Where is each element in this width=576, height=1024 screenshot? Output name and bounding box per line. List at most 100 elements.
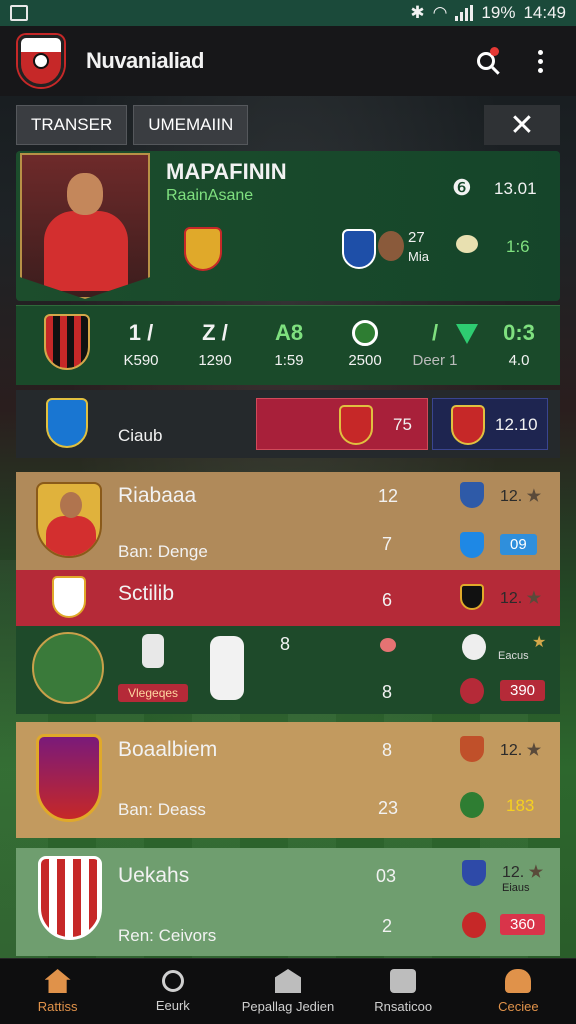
nav-label: Pepallag Jedien bbox=[241, 999, 335, 1014]
list-item-stat: 8 bbox=[382, 682, 393, 702]
club-bar[interactable]: Ciaub 75 12.10 bbox=[16, 390, 560, 458]
kit-icon bbox=[390, 969, 417, 993]
list-item-name: Sctilib bbox=[118, 582, 175, 605]
crest-icon bbox=[339, 405, 373, 445]
player-card[interactable]: MAPAFININ RaainAsane 27 Mia ❻ 13.01 1:6 bbox=[16, 151, 560, 301]
wifi-icon: ◠ bbox=[432, 3, 448, 22]
form-icon bbox=[456, 235, 478, 253]
search-icon bbox=[161, 970, 184, 992]
team-badge-icon bbox=[460, 482, 484, 508]
user-icon bbox=[505, 969, 532, 993]
search-button[interactable] bbox=[468, 43, 504, 79]
value-pill: 390 bbox=[500, 680, 546, 701]
stat-item: Z /1290 bbox=[198, 320, 232, 369]
player-name: MAPAFININ bbox=[166, 159, 287, 184]
team-badge-icon bbox=[460, 736, 484, 762]
mini-label: Eiaus bbox=[502, 882, 530, 894]
close-icon: ✕ bbox=[509, 108, 535, 142]
list-item-stat: 6 bbox=[382, 590, 393, 610]
team-badge-icon bbox=[460, 678, 484, 704]
club-crest-icon bbox=[44, 314, 90, 370]
list-item[interactable]: Riabaaa Ban: Denge 12 7 12. ★ 09 bbox=[16, 472, 560, 570]
club-logo-icon bbox=[18, 35, 64, 87]
value-pill: 360 bbox=[500, 914, 546, 935]
rating: 12. ★ bbox=[500, 488, 542, 505]
stadium-icon bbox=[275, 969, 301, 993]
club-crest-icon bbox=[52, 576, 86, 618]
team-badge-icon bbox=[460, 532, 484, 558]
player-portrait bbox=[20, 153, 150, 299]
list-item-stat: 7 bbox=[382, 534, 393, 554]
close-button[interactable]: ✕ bbox=[484, 105, 560, 145]
club-shield-icon bbox=[46, 398, 88, 448]
ball-icon bbox=[352, 320, 378, 346]
crest-icon bbox=[451, 405, 485, 445]
nav-label: Ceciee bbox=[498, 999, 539, 1014]
nav-label: Eeurk bbox=[155, 998, 190, 1013]
rating: 12. ★ bbox=[500, 742, 542, 759]
tab-bar: TRANSER UMEMAIIN ✕ bbox=[16, 105, 560, 145]
player-action-image bbox=[210, 636, 244, 700]
stat-item: 2500 bbox=[330, 306, 400, 369]
stat-item: 0:3 4.0 bbox=[503, 320, 535, 369]
stats-row: 1 /K590 Z /1290 A8 1:59 2500 /Deer 1 0:3 4… bbox=[16, 305, 560, 385]
rating: 12. ★ bbox=[500, 590, 542, 607]
value-pill: 183 bbox=[506, 796, 535, 815]
more-options-button[interactable] bbox=[522, 43, 558, 79]
value-pill: 09 bbox=[500, 534, 537, 555]
tag-label: Vlegeqes bbox=[118, 684, 189, 702]
kebab-menu-icon bbox=[537, 49, 543, 73]
clock: 14:49 bbox=[523, 3, 566, 22]
club-badge-icon bbox=[184, 227, 222, 271]
team-badge-icon bbox=[462, 634, 486, 660]
list-item[interactable]: Boaalbiem Ban: Deass 8 23 12. ★ 183 bbox=[16, 722, 560, 838]
player-avatar bbox=[32, 632, 104, 704]
player-avatar bbox=[378, 231, 404, 261]
nav-profile[interactable]: Ceciee bbox=[461, 959, 576, 1024]
nav-search[interactable]: Eeurk bbox=[115, 959, 230, 1024]
list-item-stat: 8 bbox=[382, 740, 393, 760]
trend-icon bbox=[380, 638, 396, 652]
nav-stadium[interactable]: Pepallag Jedien bbox=[230, 959, 345, 1024]
team-badge-icon bbox=[460, 792, 484, 818]
club-offer-1[interactable]: 75 bbox=[256, 398, 428, 450]
tab-second[interactable]: UMEMAIIN bbox=[133, 105, 249, 145]
player-avatar bbox=[36, 482, 102, 558]
mini-label: Eacus bbox=[498, 650, 529, 662]
star-icon: ★ bbox=[532, 634, 547, 651]
bottom-nav: Rattiss Eeurk Pepallag Jedien Rnsaticoo … bbox=[0, 958, 576, 1024]
club-label: Ciaub bbox=[118, 426, 163, 445]
list-item-sub: Ban: Deass bbox=[118, 800, 206, 819]
screenshot-icon bbox=[10, 5, 28, 21]
app-bar: Nuvanialiad bbox=[0, 26, 576, 96]
player-stat-label: Mia bbox=[408, 249, 429, 264]
nav-kit[interactable]: Rnsaticoo bbox=[346, 959, 461, 1024]
club-crest-icon bbox=[38, 856, 102, 940]
tab-transfer[interactable]: TRANSER bbox=[16, 105, 128, 145]
player-stat-value: 27 bbox=[408, 229, 425, 246]
list-item[interactable]: Uekahs Ren: Ceivors 03 2 12. ★ Eiaus 360 bbox=[16, 848, 560, 956]
nav-label: Rattiss bbox=[37, 999, 78, 1014]
list-item-stat: 2 bbox=[382, 916, 393, 936]
list-item-stat: 12 bbox=[378, 486, 399, 506]
stat-item: A8 1:59 bbox=[274, 320, 304, 369]
list-item[interactable]: Sctilib 6 12. ★ bbox=[16, 570, 560, 626]
stat-item: 1 /K590 bbox=[123, 320, 159, 369]
bluetooth-icon: ✱ bbox=[410, 3, 425, 22]
club-crest-icon bbox=[36, 734, 102, 822]
list-item-name: Riabaaa bbox=[118, 484, 197, 507]
home-icon bbox=[44, 969, 71, 993]
list-item-stat: 8 bbox=[280, 634, 291, 654]
list-item-sub: Ren: Ceivors bbox=[118, 926, 217, 945]
stat-item: / Deer 1 bbox=[412, 320, 458, 369]
list-item[interactable]: Vlegeqes 8 8 Eacus ★ 390 bbox=[16, 626, 560, 714]
rating-icon: ❻ bbox=[452, 175, 472, 200]
player-subtitle: RaainAsane bbox=[166, 187, 254, 204]
club-offer-2[interactable]: 12.10 bbox=[432, 398, 548, 450]
signal-icon bbox=[455, 5, 474, 21]
list-item-stat: 03 bbox=[376, 866, 397, 886]
player-value-2: 1:6 bbox=[506, 237, 530, 256]
nav-home[interactable]: Rattiss bbox=[0, 959, 115, 1024]
notification-dot bbox=[490, 47, 499, 56]
player-value-1: 13.01 bbox=[494, 179, 537, 198]
